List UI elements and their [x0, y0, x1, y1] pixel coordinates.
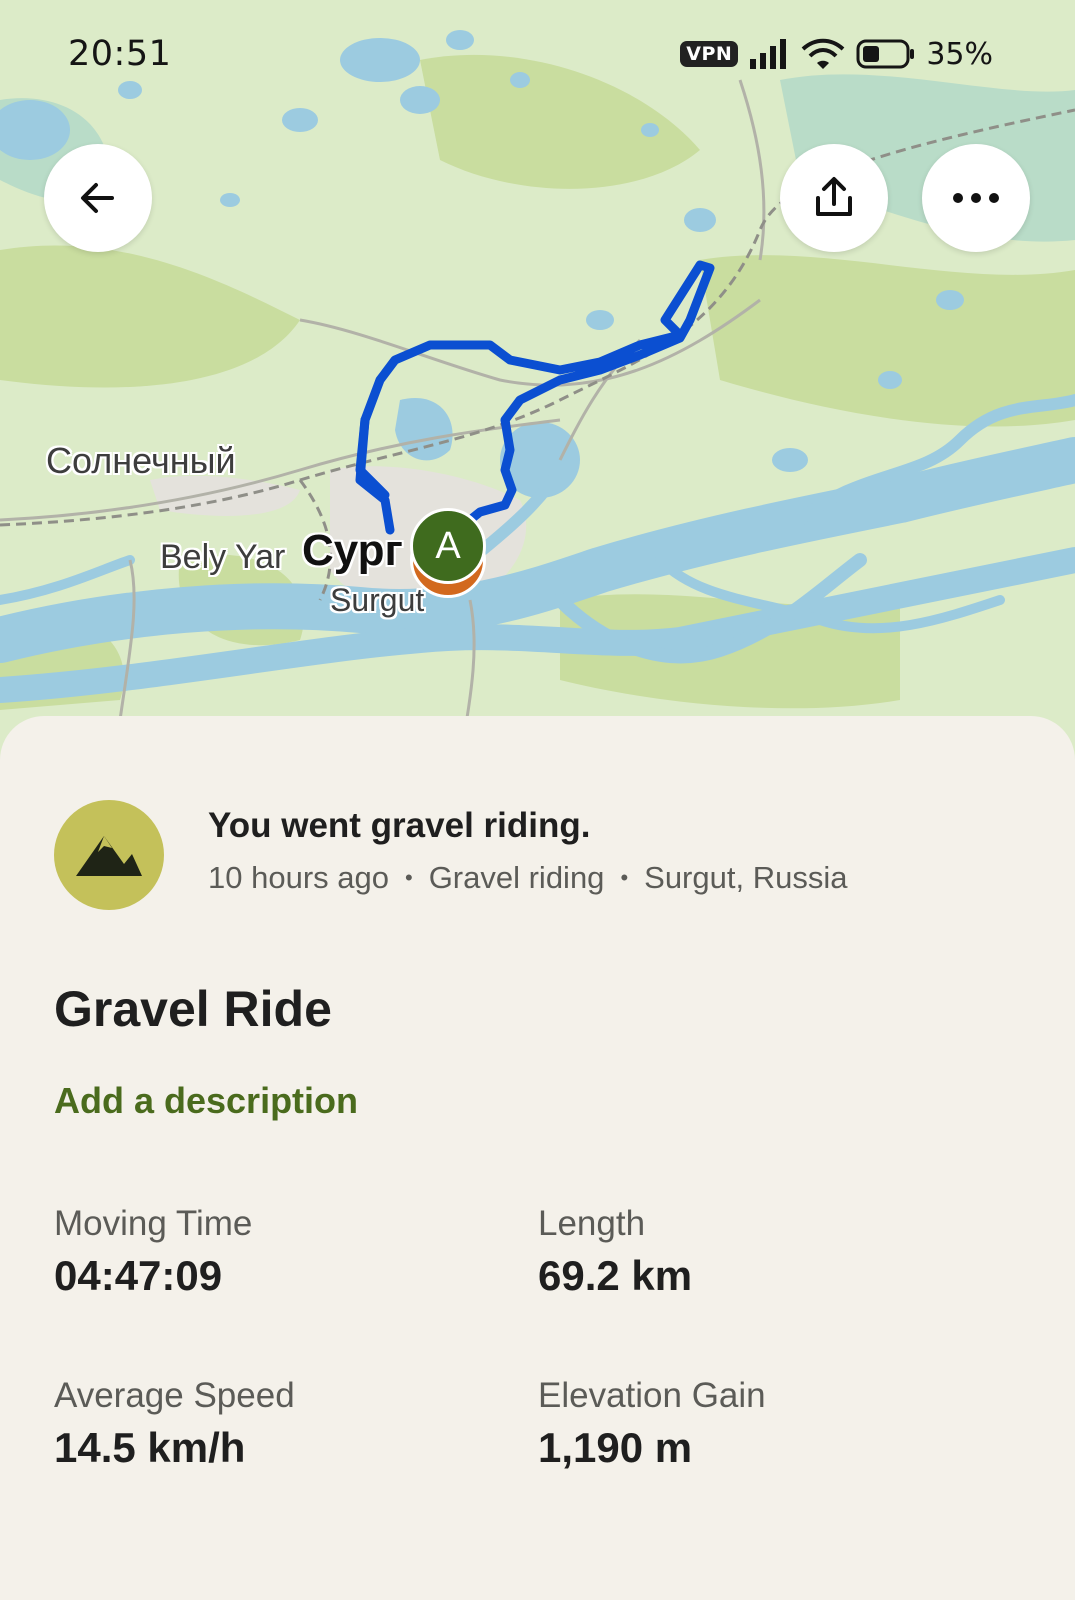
- status-bar: 20:51 VPN 35%: [0, 0, 1075, 110]
- arrow-left-icon: [81, 183, 114, 213]
- wifi-icon: [801, 38, 845, 69]
- stat-average-speed: Average Speed 14.5 km/h: [54, 1376, 295, 1472]
- stat-value: 04:47:09: [54, 1252, 223, 1299]
- add-description-link[interactable]: Add a description: [54, 1080, 358, 1122]
- stat-elevation-gain: Elevation Gain 1,190 m: [538, 1376, 766, 1472]
- status-time: 20:51: [68, 34, 172, 74]
- stat-moving-time: Moving Time 04:47:09: [54, 1204, 252, 1300]
- battery-icon: [856, 39, 915, 69]
- map-label-city-en: Surgut: [330, 582, 425, 618]
- more-horizontal-icon: [953, 193, 999, 203]
- activity-meta: 10 hours ago • Gravel riding • Surgut, R…: [208, 860, 847, 896]
- more-options-button[interactable]: [922, 144, 1030, 252]
- stat-label: Elevation Gain: [538, 1376, 766, 1415]
- stat-label: Average Speed: [54, 1376, 295, 1415]
- back-button[interactable]: [44, 144, 152, 252]
- start-marker-label: A: [435, 524, 461, 567]
- map-canvas: [0, 0, 1075, 760]
- stat-value: 14.5 km/h: [54, 1424, 246, 1471]
- activity-detail-sheet: You went gravel riding. 10 hours ago • G…: [0, 716, 1075, 1600]
- stat-value: 69.2 km: [538, 1252, 693, 1299]
- meta-separator-dot: •: [620, 865, 629, 890]
- activity-headline: You went gravel riding.: [208, 806, 591, 845]
- meta-separator-dot: •: [404, 865, 413, 890]
- vpn-badge: VPN: [680, 41, 739, 67]
- stat-value: 1,190 m: [538, 1424, 693, 1471]
- activity-time-ago: 10 hours ago: [208, 860, 389, 895]
- map-view[interactable]: Солнечный Bely Yar Сург Surgut A: [0, 0, 1075, 760]
- map-label-bely-yar: Bely Yar: [160, 538, 286, 576]
- battery-percent: 35%: [926, 36, 993, 72]
- mountain-icon: [76, 836, 142, 876]
- stat-length: Length 69.2 km: [538, 1204, 692, 1300]
- stat-label: Moving Time: [54, 1204, 253, 1243]
- map-label-solnechny: Солнечный: [46, 440, 236, 481]
- map-label-city-local: Сург: [302, 526, 403, 575]
- start-marker[interactable]: A: [410, 508, 486, 584]
- activity-title[interactable]: Gravel Ride: [54, 980, 332, 1038]
- status-icons: VPN 35%: [680, 34, 993, 74]
- activity-location: Surgut, Russia: [644, 860, 848, 895]
- activity-type: Gravel riding: [428, 860, 605, 895]
- share-button[interactable]: [780, 144, 888, 252]
- activity-type-badge: [54, 800, 164, 910]
- signal-icon: [750, 39, 787, 69]
- stat-label: Length: [538, 1204, 646, 1243]
- share-icon: [816, 177, 852, 216]
